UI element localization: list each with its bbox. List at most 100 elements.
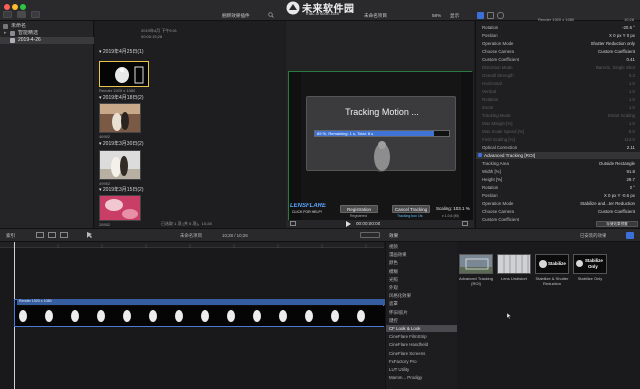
effects-category-item[interactable]: 怀旧/胶片 <box>386 309 458 316</box>
clip-thumbnail-flowers[interactable] <box>99 195 141 221</box>
inspector-row[interactable]: Rotation 0 ° <box>476 184 640 191</box>
inspector-row-value[interactable]: 1.0 <box>629 104 635 111</box>
inspector-row-value[interactable]: 0.3 <box>629 72 635 79</box>
effects-category-item[interactable]: 颜色 <box>386 259 458 266</box>
append-clip-icon[interactable] <box>36 232 44 238</box>
effects-category-item[interactable]: 视频 <box>386 243 458 250</box>
date-section-header[interactable]: ▾ 2019年3月30日(2) <box>99 141 144 147</box>
color-inspector-icon[interactable] <box>497 12 504 19</box>
effects-browser-toggle-icon[interactable] <box>626 232 634 239</box>
inspector-row[interactable]: Distortion Mode Barrel1, Single Shot <box>476 64 640 71</box>
date-section-header[interactable]: ▾ 2019年4月18日(2) <box>99 95 144 101</box>
inspector-row[interactable]: Choose Camera Custom Coefficient <box>476 208 640 215</box>
overwrite-clip-icon[interactable] <box>60 232 68 238</box>
inspector-row-value[interactable]: Custom Coefficient <box>598 208 635 215</box>
clip-thumbnail-couple[interactable] <box>99 103 141 133</box>
inspector-row[interactable]: Max Scale Speed [%] 5.0 <box>476 128 640 135</box>
audio-inspector-icon[interactable] <box>487 12 494 19</box>
inspector-row-value[interactable]: 29.7 <box>626 176 635 183</box>
keywords-button[interactable] <box>17 11 26 18</box>
inspector-row[interactable]: Rotation -20.6 ° <box>476 24 640 31</box>
inspector-row[interactable]: Position X 0 px Y -0.6 px <box>476 192 640 199</box>
installed-effects-menu[interactable]: 已安装的效果 <box>580 233 606 239</box>
inspector-row-value[interactable]: Shutter Reduction only <box>591 40 635 47</box>
inspector-row[interactable]: Position X 0 px Y 0 px <box>476 32 640 39</box>
zoom-window-button[interactable] <box>20 4 26 10</box>
effect-tile-advanced-tracking[interactable] <box>459 254 493 274</box>
effects-category-item[interactable]: 遮罩 <box>386 300 458 307</box>
inspector-row-value[interactable]: 1.0 <box>629 80 635 87</box>
effect-tile-lens-undistort[interactable] <box>497 254 531 274</box>
inspector-row-value[interactable]: 1.0 <box>629 96 635 103</box>
select-tool-icon[interactable] <box>86 232 93 238</box>
effects-category-item[interactable]: CineFlare FilmStrip <box>386 333 458 340</box>
inspector-row-value[interactable]: Outside Rectangle <box>599 160 635 167</box>
clip-thumbnail-wedding[interactable] <box>99 150 141 180</box>
effects-category-item[interactable]: LUT Utility <box>386 366 458 373</box>
effect-tile-stabilize-shutter[interactable]: Stabilize <box>535 254 569 274</box>
date-section-header[interactable]: ▾ 2019年4月25日(1) <box>99 49 144 55</box>
inspector-row-value[interactable]: 1.0 <box>629 120 635 127</box>
insert-clip-icon[interactable] <box>48 232 56 238</box>
logo-help-link[interactable]: CLICK FOR HELP! <box>292 210 322 214</box>
effects-category-item[interactable]: 光照 <box>386 276 458 283</box>
inspector-row[interactable]: Width [%] 91.8 <box>476 168 640 175</box>
timeline-zoom-icon[interactable] <box>360 232 380 238</box>
inspector-row[interactable]: Tracking Mode Smart Scaling <box>476 112 640 119</box>
inspector-row[interactable]: Rotation 1.0 <box>476 96 640 103</box>
library-item-root[interactable]: 未命名 <box>0 23 94 30</box>
import-media-button[interactable] <box>3 11 12 18</box>
background-tasks-button[interactable] <box>31 11 40 18</box>
inspector-row-value[interactable]: 5.0 <box>629 128 635 135</box>
inspector-row[interactable]: Max Margin [%] 1.0 <box>476 120 640 127</box>
checkbox-enabled-icon[interactable] <box>478 153 482 157</box>
inspector-row-value[interactable]: 1.0 <box>629 88 635 95</box>
inspector-row-value[interactable]: X 0 px Y -0.6 px <box>604 192 635 199</box>
save-effects-preset-button[interactable]: 存储效果预置 <box>596 221 638 227</box>
clip-thumbnail-render[interactable] <box>99 61 149 87</box>
inspector-toggle-icon[interactable] <box>477 12 484 19</box>
timeline-clip[interactable]: Render 1920 x 1080 <box>14 299 385 327</box>
effects-category-item[interactable]: Mamm... Prodigy <box>386 374 458 381</box>
effects-category-item[interactable]: 模糊 <box>386 268 458 275</box>
registration-button[interactable]: Registration <box>340 205 378 213</box>
inspector-row[interactable]: Vertical 1.0 <box>476 88 640 95</box>
inspector-row[interactable]: Choose Camera Custom Coefficient <box>476 48 640 55</box>
fullscreen-icon[interactable] <box>462 221 468 226</box>
date-section-header[interactable]: ▾ 2019年3月15日(2) <box>99 187 144 193</box>
lensflare-logo[interactable]: LENSFLARE CLICK FOR HELP! <box>290 203 326 217</box>
search-icon[interactable] <box>268 12 274 18</box>
effects-category-item[interactable]: 漫画效果 <box>386 251 458 258</box>
effects-category-item[interactable]: FxFactory Pro <box>386 358 458 365</box>
library-item-event-selected[interactable]: 2019-4-26 <box>0 37 94 44</box>
effects-category-item[interactable]: CF Look & Look <box>386 325 458 333</box>
inspector-row[interactable]: Tracking Area Outside Rectangle <box>476 160 640 167</box>
viewer-canvas[interactable]: Tracking Motion ... 89 %, Remaining: 1 s… <box>288 71 473 222</box>
inspector-row[interactable]: Field Scaling [%] 114.0 <box>476 136 640 143</box>
inspector-row[interactable]: Operation Mode Shutter Reduction only <box>476 40 640 47</box>
timeline[interactable]: Render 1920 x 1080 <box>0 242 385 389</box>
effects-category-item[interactable]: 外观 <box>386 284 458 291</box>
inspector-row-value[interactable]: Custom Coefficient <box>598 48 635 55</box>
inspector-row[interactable]: Height [%] 29.7 <box>476 176 640 183</box>
effects-category-item[interactable]: CineFlare Screens <box>386 350 458 357</box>
inspector-row-value[interactable]: 0 ° <box>630 184 635 191</box>
effects-category-item[interactable]: 键控 <box>386 317 458 324</box>
effect-tile-stabilize-only[interactable]: Stabilize Only <box>573 254 607 274</box>
inspector-row-value[interactable]: Barrel1, Single Shot <box>596 64 635 71</box>
inspector-row-value[interactable]: Stabilize and...ter Reduction <box>580 200 635 207</box>
inspector-row-value[interactable]: 2.11 <box>627 144 635 151</box>
browser-filter-label[interactable]: 捆绑效果插件 <box>222 13 250 19</box>
inspector-row[interactable]: Operation Mode Stabilize and...ter Reduct… <box>476 200 640 207</box>
minimize-window-button[interactable] <box>12 4 18 10</box>
close-window-button[interactable] <box>4 4 10 10</box>
inspector-row-value[interactable]: 114.0 <box>624 136 635 143</box>
inspector-row[interactable]: Zoom 1.0 <box>476 104 640 111</box>
disclosure-triangle-icon[interactable]: ▸ <box>4 30 7 37</box>
effects-category-item[interactable]: CineFlare Handheld <box>386 341 458 348</box>
timeline-ruler[interactable] <box>0 242 384 248</box>
inspector-row-value[interactable]: -20.6 ° <box>622 24 635 31</box>
inspector-row[interactable]: Overall Strength 0.3 <box>476 72 640 79</box>
inspector-section-header[interactable]: Advanced Tracking [ROI] <box>476 152 640 159</box>
transform-tool-icon[interactable] <box>290 221 296 226</box>
